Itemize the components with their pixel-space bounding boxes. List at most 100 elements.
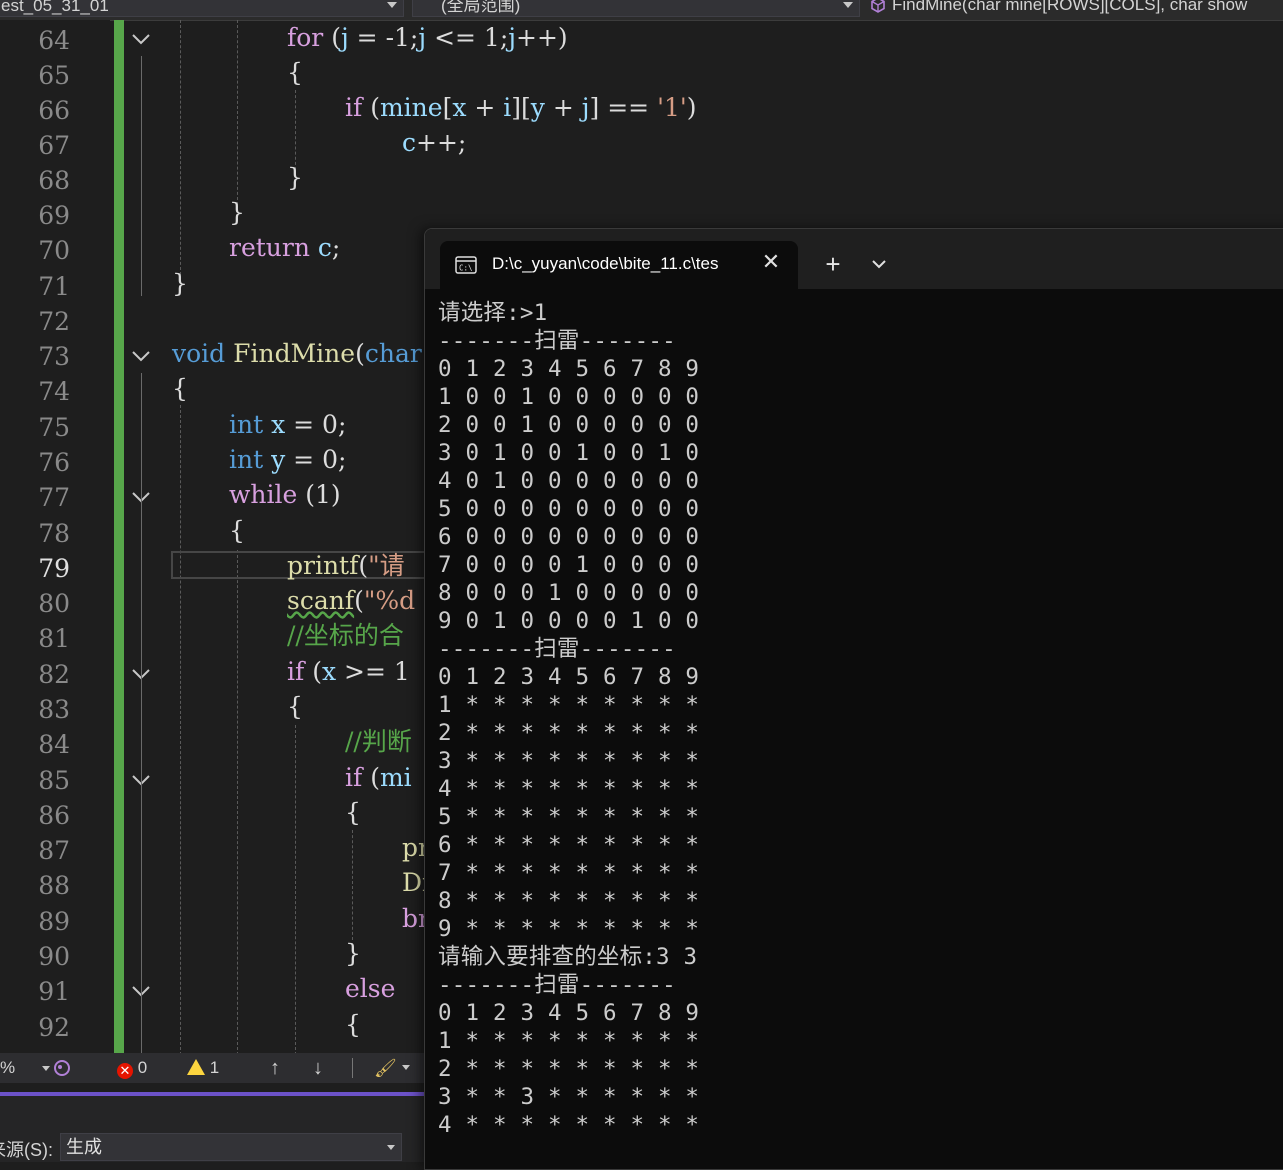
indent-guide xyxy=(237,20,238,205)
terminal-line: 8 * * * * * * * * * xyxy=(438,888,700,914)
line-number: 80 xyxy=(38,589,70,618)
code-line[interactable]: c++; xyxy=(402,125,466,160)
svg-text:C:\: C:\ xyxy=(459,264,473,273)
fold-chevron-icon[interactable] xyxy=(131,346,151,366)
line-number-current: 79 xyxy=(38,554,70,583)
fold-region-line xyxy=(141,56,142,296)
line-number: 69 xyxy=(38,201,70,230)
code-line[interactable]: { xyxy=(345,795,361,830)
line-number: 87 xyxy=(38,836,70,865)
code-line[interactable]: if (mi xyxy=(345,760,412,795)
line-number: 78 xyxy=(38,519,70,548)
terminal-window[interactable]: C:\ D:\c_yuyan\code\bite_11.c\tes ✕ + 请选… xyxy=(424,228,1283,1170)
line-number: 75 xyxy=(38,413,70,442)
member-dropdown[interactable]: FindMine(char mine[ROWS][COLS], char sho… xyxy=(888,0,1283,17)
line-number: 74 xyxy=(38,377,70,406)
terminal-line: 3 * * 3 * * * * * * xyxy=(438,1084,700,1110)
code-line[interactable]: { xyxy=(287,689,303,724)
line-number: 91 xyxy=(38,977,70,1006)
line-number: 71 xyxy=(38,272,70,301)
code-line[interactable]: return c; xyxy=(229,230,340,265)
code-line[interactable]: scanf("%d xyxy=(287,583,415,618)
line-number: 92 xyxy=(38,1013,70,1042)
terminal-line: 5 * * * * * * * * * xyxy=(438,804,700,830)
terminal-line: -------扫雷------- xyxy=(438,972,676,998)
terminal-line: 2 * * * * * * * * * xyxy=(438,1056,700,1082)
project-dropdown[interactable]: est_05_31_01 xyxy=(0,0,404,17)
code-line[interactable]: } xyxy=(229,195,245,230)
indent-guide xyxy=(295,725,296,1055)
terminal-line: 6 0 0 0 0 0 0 0 0 0 xyxy=(438,524,700,550)
code-line[interactable]: else xyxy=(345,971,395,1006)
code-cleanup-icon[interactable]: 🖌 xyxy=(374,1058,397,1078)
code-line[interactable]: int y = 0; xyxy=(229,442,346,477)
zoom-value: % xyxy=(0,1058,16,1077)
divider xyxy=(352,1058,353,1078)
line-number: 86 xyxy=(38,801,70,830)
code-line[interactable]: } xyxy=(345,936,361,971)
terminal-line: 0 1 2 3 4 5 6 7 8 9 xyxy=(438,664,700,690)
code-line[interactable]: { xyxy=(287,55,303,90)
output-source-select[interactable]: 生成 xyxy=(60,1133,402,1161)
terminal-line: 4 0 1 0 0 0 0 0 0 0 xyxy=(438,468,700,494)
zoom-level[interactable]: % xyxy=(0,1058,50,1078)
terminal-line: 7 0 0 0 0 1 0 0 0 0 xyxy=(438,552,700,578)
indent-guide xyxy=(180,20,181,275)
console-icon: C:\ xyxy=(455,256,477,274)
fold-chevron-icon[interactable] xyxy=(131,29,151,49)
editor-status-bar: % ✕ 0 1 ↑ ↓ 🖌 xyxy=(0,1053,430,1083)
chevron-down-icon xyxy=(387,2,397,8)
scope-dropdown[interactable]: (全局范围) xyxy=(412,0,860,17)
project-dropdown-value: est_05_31_01 xyxy=(1,0,109,15)
terminal-line: -------扫雷------- xyxy=(438,328,676,354)
code-line[interactable]: int x = 0; xyxy=(229,407,346,442)
chevron-down-icon[interactable] xyxy=(865,249,893,279)
code-line[interactable]: } xyxy=(172,266,188,301)
line-number: 68 xyxy=(38,166,70,195)
new-tab-plus-icon[interactable]: + xyxy=(817,249,849,279)
terminal-line: 0 1 2 3 4 5 6 7 8 9 xyxy=(438,1000,700,1026)
code-line[interactable]: } xyxy=(287,160,303,195)
warning-icon xyxy=(187,1059,205,1075)
code-line[interactable]: for (j = -1;j <= 1;j++) xyxy=(287,20,568,55)
error-count[interactable]: ✕ 0 xyxy=(117,1058,148,1079)
line-number: 66 xyxy=(38,96,70,125)
line-number: 77 xyxy=(38,483,70,512)
chevron-down-icon xyxy=(843,2,853,8)
terminal-line: -------扫雷------- xyxy=(438,636,676,662)
terminal-line: 2 * * * * * * * * * xyxy=(438,720,700,746)
output-source-value: 生成 xyxy=(66,1137,102,1157)
terminal-line: 请输入要排查的坐标:3 3 xyxy=(438,944,698,970)
arrow-down-icon[interactable]: ↓ xyxy=(313,1058,323,1078)
output-source-label: 来源(S): xyxy=(0,1140,53,1160)
code-line[interactable]: { xyxy=(345,1007,361,1042)
line-number: 65 xyxy=(38,61,70,90)
terminal-tab[interactable]: C:\ D:\c_yuyan\code\bite_11.c\tes ✕ xyxy=(440,241,798,289)
code-line[interactable]: void FindMine(char xyxy=(172,336,422,371)
line-number: 70 xyxy=(38,236,70,265)
copilot-icon[interactable] xyxy=(52,1058,72,1078)
close-icon[interactable]: ✕ xyxy=(758,247,784,277)
code-line[interactable]: while (1) xyxy=(229,477,341,512)
indent-guide xyxy=(237,550,238,1055)
line-number: 72 xyxy=(38,307,70,336)
chevron-down-icon xyxy=(387,1145,395,1150)
terminal-line: 4 * * * * * * * * * xyxy=(438,1112,700,1138)
code-line[interactable]: printf("请 xyxy=(287,548,405,583)
arrow-up-icon[interactable]: ↑ xyxy=(270,1058,280,1078)
code-line[interactable]: if (x >= 1 xyxy=(287,654,410,689)
code-line[interactable]: //判断 xyxy=(345,724,412,759)
code-line[interactable]: //坐标的合 xyxy=(287,618,404,653)
scope-dropdown-value: (全局范围) xyxy=(441,0,521,15)
terminal-line: 8 0 0 0 1 0 0 0 0 0 xyxy=(438,580,700,606)
warning-count[interactable]: 1 xyxy=(187,1058,219,1078)
line-number: 67 xyxy=(38,131,70,160)
code-line[interactable]: if (mine[x + i][y + j] == '1') xyxy=(345,90,697,125)
error-icon: ✕ xyxy=(117,1063,133,1079)
chevron-down-icon[interactable] xyxy=(402,1065,410,1070)
code-line[interactable]: { xyxy=(229,513,245,548)
code-line[interactable]: { xyxy=(172,371,188,406)
terminal-line: 2 0 0 1 0 0 0 0 0 0 xyxy=(438,412,700,438)
terminal-line: 3 0 1 0 0 1 0 0 1 0 xyxy=(438,440,700,466)
error-count-value: 0 xyxy=(137,1058,148,1077)
